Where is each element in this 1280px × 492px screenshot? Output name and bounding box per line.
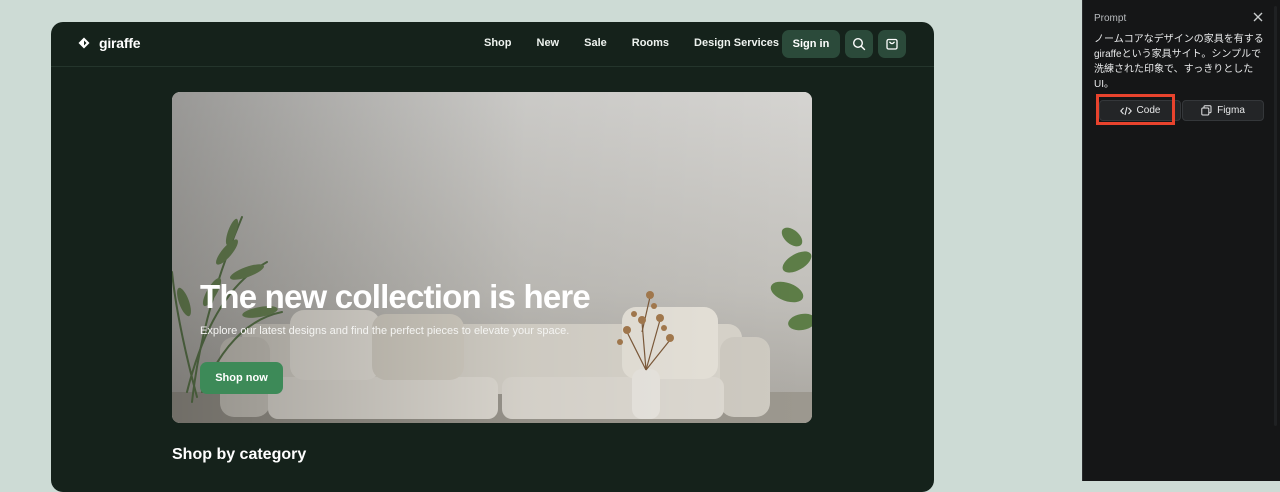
nav-links: Shop New Sale Rooms Design Services (484, 37, 779, 49)
hero-banner: The new collection is here Explore our l… (172, 92, 812, 423)
search-button[interactable] (845, 30, 873, 58)
code-button-label: Code (1136, 105, 1161, 116)
close-button[interactable] (1251, 10, 1265, 24)
nav-link-new[interactable]: New (537, 37, 560, 49)
prompt-panel: Prompt ノームコアなデザインの家具を有するgiraffeという家具サイト。… (1082, 0, 1280, 481)
nav-link-sale[interactable]: Sale (584, 37, 607, 49)
panel-title: Prompt (1094, 13, 1127, 24)
top-nav: giraffe Shop New Sale Rooms Design Servi… (51, 22, 934, 67)
bag-icon (886, 38, 898, 50)
site-preview: giraffe Shop New Sale Rooms Design Servi… (51, 22, 934, 492)
cart-button[interactable] (878, 30, 906, 58)
prompt-text: ノームコアなデザインの家具を有するgiraffeという家具サイト。シンプルで洗練… (1094, 34, 1264, 90)
brand-logo[interactable]: giraffe (78, 35, 141, 51)
section-title: Shop by category (172, 446, 307, 463)
nav-link-rooms[interactable]: Rooms (632, 37, 669, 49)
copy-icon (1201, 105, 1212, 116)
sign-in-button[interactable]: Sign in (782, 30, 840, 58)
hero-title: The new collection is here (200, 278, 591, 315)
close-icon (1253, 12, 1263, 22)
panel-scrollbar[interactable] (1274, 6, 1277, 426)
figma-button[interactable]: Figma (1182, 100, 1264, 121)
code-icon (1119, 106, 1132, 115)
brand-name: giraffe (99, 35, 141, 51)
shop-now-button[interactable]: Shop now (200, 362, 283, 394)
diamond-logo-icon (78, 37, 90, 49)
search-icon (852, 37, 866, 51)
figma-button-label: Figma (1217, 105, 1245, 116)
hero-subtitle: Explore our latest designs and find the … (200, 325, 570, 337)
nav-link-shop[interactable]: Shop (484, 37, 512, 49)
nav-link-design-services[interactable]: Design Services (694, 37, 779, 49)
code-button[interactable]: Code (1099, 100, 1181, 121)
